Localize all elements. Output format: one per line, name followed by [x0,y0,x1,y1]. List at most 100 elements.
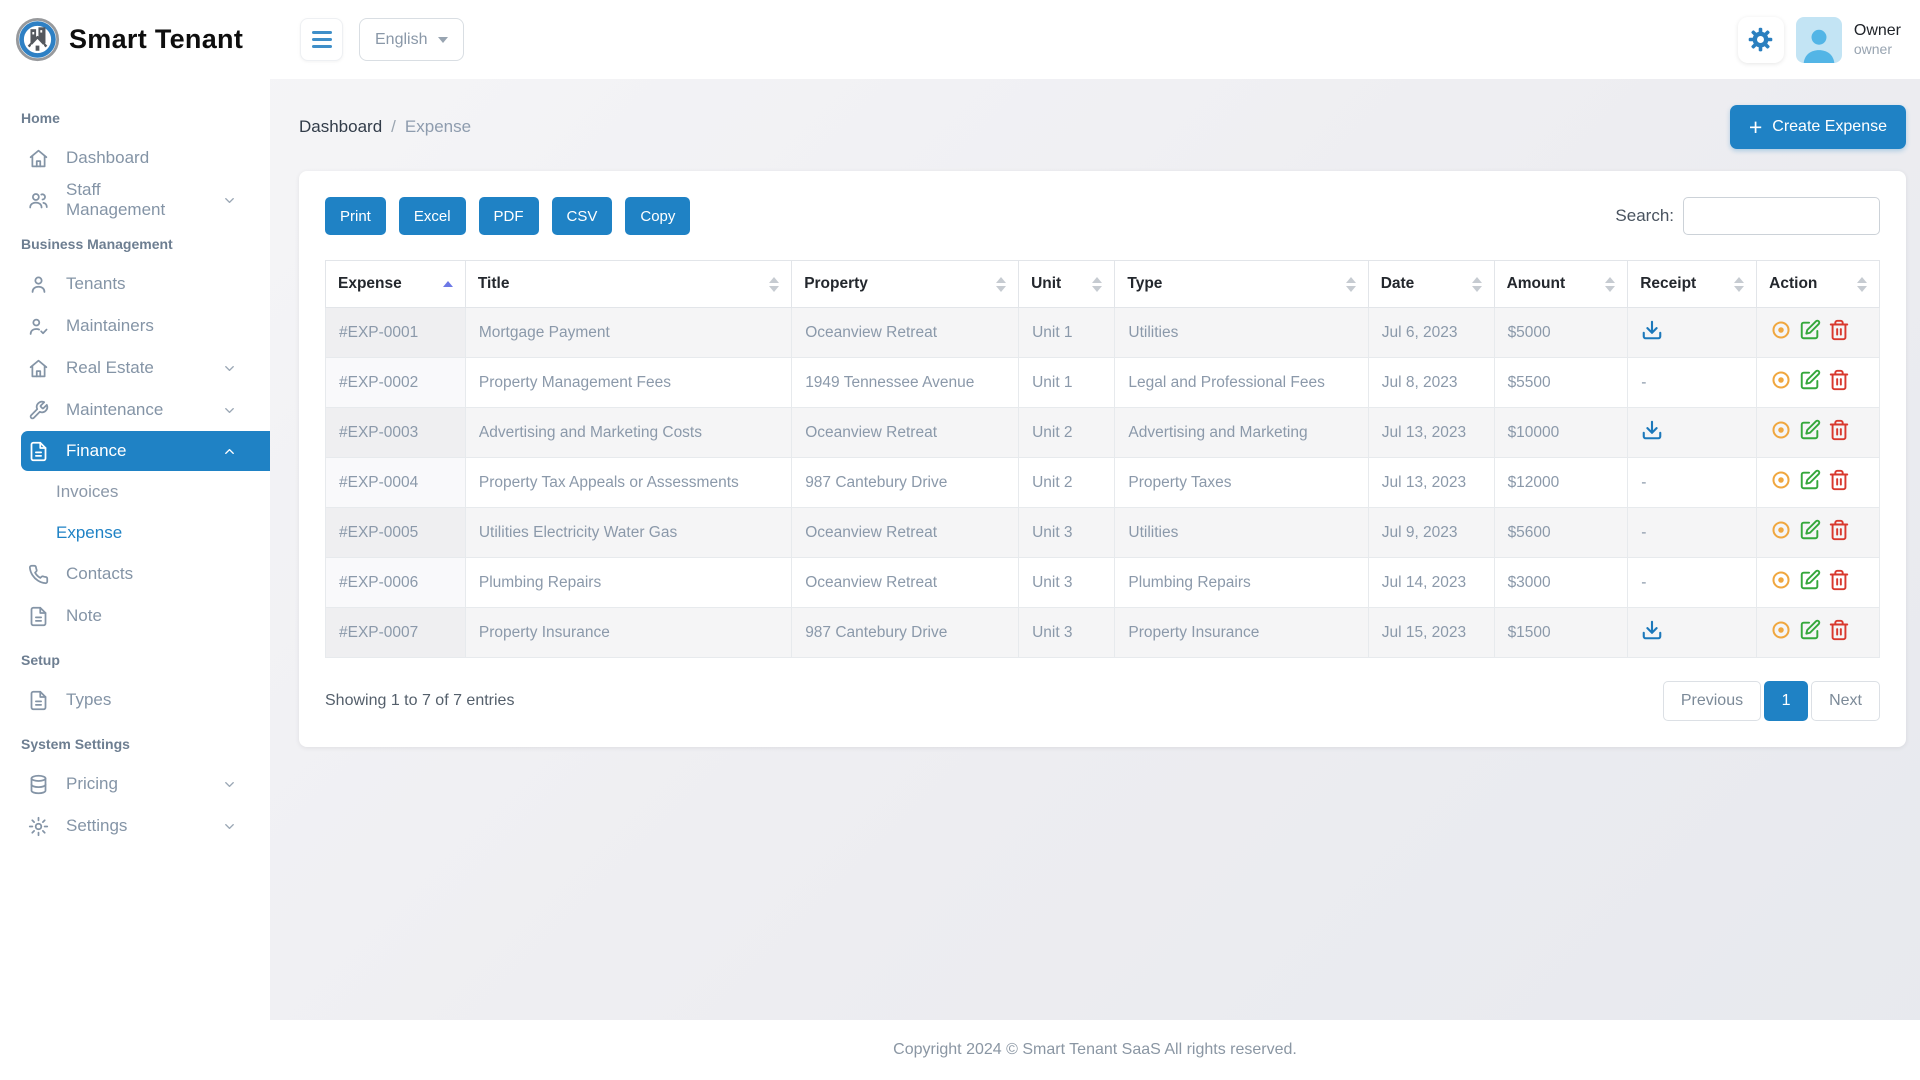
view-icon[interactable] [1770,419,1792,441]
cell-date: Jul 9, 2023 [1367,507,1495,558]
receipt-empty: - [1641,373,1647,391]
cell-receipt [1627,307,1758,358]
export-print-button[interactable]: Print [325,197,386,235]
column-label: Expense [338,275,402,292]
delete-icon[interactable] [1828,469,1850,491]
cell-type: Property Taxes [1114,457,1369,508]
sort-icon [769,276,780,292]
delete-icon[interactable] [1828,319,1850,341]
export-pdf-button[interactable]: PDF [478,197,539,235]
sidebar-subitem-invoices[interactable]: Invoices [0,471,270,512]
column-header-receipt[interactable]: Receipt [1627,260,1758,308]
table-row: #EXP-0006 Plumbing Repairs Oceanview Retre… [325,557,1880,608]
sidebar-section-system-settings: System Settings [21,736,130,752]
view-icon[interactable] [1770,619,1792,641]
create-expense-button[interactable]: + Create Expense [1729,105,1906,149]
column-header-wrap: Action [1769,275,1867,293]
export-excel-button[interactable]: Excel [398,197,466,235]
user-avatar[interactable] [1795,16,1842,63]
edit-icon[interactable] [1799,419,1821,441]
cell-title: Property Management Fees [464,357,793,408]
sort-icon [1605,276,1616,292]
export-copy-button[interactable]: Copy [625,197,691,235]
sidebar-item-label: Note [66,606,102,625]
sidebar-item-maintenance[interactable]: Maintenance [0,389,270,431]
user-meta[interactable]: Owner owner [1854,21,1905,59]
cell-amount: $5500 [1493,357,1629,408]
sidebar-item-settings[interactable]: Settings [0,805,270,847]
cell-unit: Unit 3 [1018,607,1116,658]
gear-icon [28,816,49,837]
settings-gear-button[interactable] [1737,16,1784,63]
edit-icon[interactable] [1799,519,1821,541]
breadcrumb-dashboard[interactable]: Dashboard [299,117,382,137]
cell-property: Oceanview Retreat [791,507,1020,558]
sidebar-item-label: Maintainers [66,316,154,335]
export-csv-button[interactable]: CSV [551,197,613,235]
column-header-type[interactable]: Type [1114,260,1369,308]
delete-icon[interactable] [1828,369,1850,391]
download-icon[interactable] [1641,619,1663,641]
edit-icon[interactable] [1799,369,1821,391]
document-icon [28,690,49,711]
chevron-down-icon [219,193,240,208]
delete-icon[interactable] [1828,519,1850,541]
column-header-date[interactable]: Date [1367,260,1495,308]
view-icon[interactable] [1770,369,1792,391]
edit-icon[interactable] [1799,319,1821,341]
delete-icon[interactable] [1828,569,1850,591]
delete-icon[interactable] [1828,619,1850,641]
sidebar-item-tenants[interactable]: Tenants [0,263,270,305]
edit-icon[interactable] [1799,569,1821,591]
cell-property: Oceanview Retreat [791,407,1020,458]
sidebar-item-real-estate[interactable]: Real Estate [0,347,270,389]
home-icon [28,358,49,379]
table-header-row: Expense Title Property Unit Type Date Amount Re… [325,260,1880,308]
language-dropdown[interactable]: English [359,18,465,61]
view-icon[interactable] [1770,319,1792,341]
sort-icon [442,281,453,287]
cell-type: Utilities [1114,507,1369,558]
sidebar-item-staff-management[interactable]: Staff Management [0,179,270,221]
sidebar-item-pricing[interactable]: Pricing [0,763,270,805]
sidebar-item-dashboard[interactable]: Dashboard [0,137,270,179]
cell-receipt: - [1627,457,1758,508]
edit-icon[interactable] [1799,619,1821,641]
download-icon[interactable] [1641,319,1663,341]
column-header-action[interactable]: Action [1756,260,1880,308]
pagination-previous-button[interactable]: Previous [1662,681,1762,721]
download-icon[interactable] [1641,419,1663,441]
sidebar-subitem-expense[interactable]: Expense [0,512,270,553]
search-input[interactable] [1683,197,1880,235]
sidebar-item-contacts[interactable]: Contacts [0,553,270,595]
user-role: owner [1853,40,1893,57]
breadcrumb-current: Expense [404,117,472,136]
column-header-expense[interactable]: Expense [325,260,466,308]
column-header-title[interactable]: Title [464,260,793,308]
view-icon[interactable] [1770,519,1792,541]
column-header-amount[interactable]: Amount [1493,260,1629,308]
sidebar-item-note[interactable]: Note [0,595,270,637]
table-row: #EXP-0007 Property Insurance 987 Cantebury… [325,607,1880,658]
breadcrumb-separator: / [391,117,396,136]
sidebar-toggle-button[interactable] [300,18,343,61]
column-label: Action [1769,275,1818,292]
sidebar-item-finance[interactable]: Finance [21,431,270,471]
sidebar-item-types[interactable]: Types [0,679,270,721]
sidebar-item-label: Pricing [66,774,118,793]
edit-icon[interactable] [1799,469,1821,491]
pagination-next-button[interactable]: Next [1811,681,1880,721]
sidebar-item-maintainers[interactable]: Maintainers [0,305,270,347]
sidebar-item-label: Real Estate [66,358,154,377]
column-header-property[interactable]: Property [791,260,1020,308]
cell-date: Jul 15, 2023 [1367,607,1495,658]
brand[interactable]: Smart Tenant [0,0,270,79]
user-name: Owner [1853,21,1901,39]
delete-icon[interactable] [1828,419,1850,441]
cell-expense: #EXP-0006 [325,557,466,608]
column-header-unit[interactable]: Unit [1018,260,1116,308]
pagination-page-1-button[interactable]: 1 [1764,681,1809,721]
view-icon[interactable] [1770,569,1792,591]
view-icon[interactable] [1770,469,1792,491]
table-row: #EXP-0003 Advertising and Marketing Costs… [325,407,1880,458]
